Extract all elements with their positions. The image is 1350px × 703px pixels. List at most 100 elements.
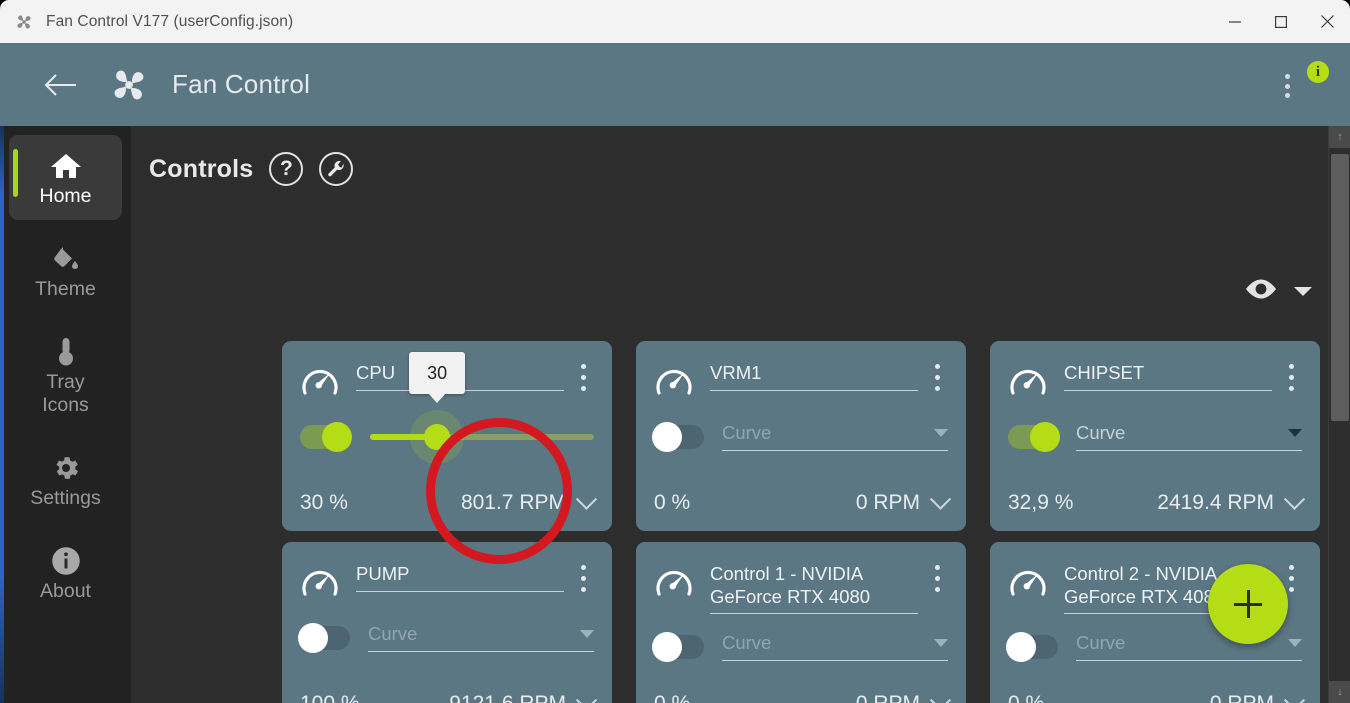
curve-select[interactable]: Curve: [722, 422, 948, 451]
rpm-group: 0 RPM: [1210, 689, 1306, 703]
sidebar-item-label: About: [40, 580, 91, 602]
card-enable-toggle[interactable]: [300, 422, 352, 452]
sidebar-item-home[interactable]: Home: [9, 135, 122, 220]
card-name-field[interactable]: Control 1 - NVIDIA GeForce RTX 4080: [710, 562, 918, 614]
rpm-value: 0 RPM: [855, 491, 920, 514]
scroll-up-button[interactable]: ↑: [1329, 126, 1350, 148]
add-control-button[interactable]: [1208, 564, 1288, 644]
chevron-down-icon[interactable]: [1288, 639, 1302, 647]
curve-label: Curve: [368, 623, 418, 644]
card-enable-toggle[interactable]: [1006, 631, 1058, 662]
gear-icon: [51, 451, 81, 485]
chevron-down-icon[interactable]: [1294, 287, 1312, 296]
card-name: VRM1: [710, 362, 762, 383]
app-header: Fan Control i: [0, 43, 1350, 126]
visibility-controls: [1244, 278, 1312, 305]
wrench-icon[interactable]: [319, 152, 354, 186]
rpm-value: 2419.4 RPM: [1157, 491, 1274, 514]
slider-value-tooltip: 30: [409, 352, 466, 394]
control-card-pump[interactable]: PUMP Curve 100 %: [282, 542, 612, 703]
gauge-icon: [300, 562, 344, 605]
chevron-down-icon[interactable]: [575, 488, 598, 510]
card-name-field[interactable]: VRM1: [710, 361, 918, 391]
card-enable-toggle[interactable]: [298, 622, 350, 653]
curve-select[interactable]: Curve: [1076, 422, 1302, 451]
toggle-knob: [298, 622, 328, 653]
scroll-down-button[interactable]: ↓: [1329, 681, 1350, 703]
control-card-vrm1[interactable]: VRM1 Curve 0 % 0 RPM: [636, 341, 966, 531]
sidebar-item-settings[interactable]: Settings: [9, 437, 122, 522]
sidebar-item-about[interactable]: About: [9, 530, 122, 615]
card-overflow-menu-icon[interactable]: [1280, 361, 1302, 391]
toggle-knob: [652, 421, 682, 452]
rpm-value: 0 RPM: [1210, 692, 1274, 703]
card-enable-toggle[interactable]: [652, 421, 704, 452]
sidebar-item-label: Settings: [30, 487, 101, 509]
card-enable-toggle[interactable]: [652, 631, 704, 662]
control-card-chipset[interactable]: CHIPSET Curve 32,9 % 2419.4 RPM: [990, 341, 1320, 531]
chevron-down-icon[interactable]: [1288, 429, 1302, 437]
percent-value: 0 %: [1008, 692, 1044, 703]
rpm-value: 9121.6 RPM: [449, 692, 566, 703]
card-readouts: 0 % 0 RPM: [654, 682, 952, 703]
card-enable-toggle[interactable]: [1008, 421, 1060, 452]
card-overflow-menu-icon[interactable]: [926, 562, 948, 592]
gauge-icon: [654, 361, 698, 404]
help-icon[interactable]: ?: [269, 152, 304, 186]
rpm-value: 801.7 RPM: [460, 491, 566, 514]
percent-value: 0 %: [654, 692, 690, 703]
fan-icon: [106, 62, 152, 108]
curve-select[interactable]: Curve: [722, 632, 948, 661]
card-slider-row: 30: [300, 352, 594, 464]
gauge-icon: [1008, 562, 1052, 605]
card-name-field[interactable]: PUMP: [356, 562, 564, 592]
sidebar-item-theme[interactable]: Theme: [9, 228, 122, 313]
controls-section-header: Controls ?: [131, 126, 1350, 186]
rpm-group: 0 RPM: [856, 689, 952, 703]
eye-icon[interactable]: [1244, 278, 1278, 305]
plus-icon: [1246, 590, 1250, 618]
curve-select[interactable]: Curve: [368, 623, 594, 652]
card-name: CHIPSET: [1064, 362, 1145, 383]
card-overflow-menu-icon[interactable]: [926, 361, 948, 391]
card-overflow-menu-icon[interactable]: [572, 562, 594, 592]
chevron-down-icon[interactable]: [1283, 689, 1306, 703]
control-card-control-1[interactable]: Control 1 - NVIDIA GeForce RTX 4080 Curv…: [636, 542, 966, 703]
chevron-down-icon[interactable]: [929, 689, 952, 703]
control-card-cpu[interactable]: CPU 30 30 % 801.7 RPM: [282, 341, 612, 531]
minimize-button[interactable]: [1212, 0, 1258, 43]
card-overflow-menu-icon[interactable]: [572, 361, 594, 391]
chevron-down-icon[interactable]: [580, 630, 594, 638]
window-titlebar: Fan Control V177 (userConfig.json): [0, 0, 1350, 43]
vertical-scrollbar[interactable]: ↑ ↓: [1328, 126, 1350, 703]
chevron-down-icon[interactable]: [575, 689, 598, 703]
card-header: VRM1: [654, 361, 948, 404]
speed-slider[interactable]: 30: [370, 352, 594, 464]
percent-value: 100 %: [300, 692, 360, 703]
paint-bucket-icon: [51, 242, 81, 276]
rpm-group: 2419.4 RPM: [1157, 488, 1306, 515]
card-curve-row: Curve: [652, 421, 948, 452]
chevron-down-icon[interactable]: [934, 639, 948, 647]
header-overflow-menu-icon[interactable]: [1274, 71, 1300, 101]
card-name-field[interactable]: CHIPSET: [1064, 361, 1272, 391]
rpm-value: 0 RPM: [856, 692, 920, 703]
card-curve-row: Curve: [652, 631, 948, 662]
chevron-down-icon[interactable]: [934, 429, 948, 437]
card-readouts: 32,9 % 2419.4 RPM: [1008, 481, 1306, 515]
info-badge[interactable]: i: [1307, 61, 1329, 83]
scrollbar-thumb[interactable]: [1331, 154, 1349, 421]
fan-control-window: Fan Control V177 (userConfig.json) Fan C…: [0, 0, 1350, 703]
sidebar: Home Theme Tray Icons Settings About: [0, 126, 131, 703]
gauge-icon: [1008, 361, 1052, 404]
maximize-button[interactable]: [1258, 0, 1304, 43]
sidebar-item-tray-icons[interactable]: Tray Icons: [9, 321, 122, 429]
chevron-down-icon[interactable]: [929, 488, 952, 510]
card-readouts: 30 % 801.7 RPM: [300, 481, 598, 515]
slider-thumb[interactable]: [424, 424, 451, 450]
close-button[interactable]: [1304, 0, 1350, 43]
back-arrow-icon[interactable]: [40, 64, 82, 106]
chevron-down-icon[interactable]: [1283, 488, 1306, 510]
gauge-icon: [654, 562, 698, 605]
window-controls: [1212, 0, 1350, 43]
